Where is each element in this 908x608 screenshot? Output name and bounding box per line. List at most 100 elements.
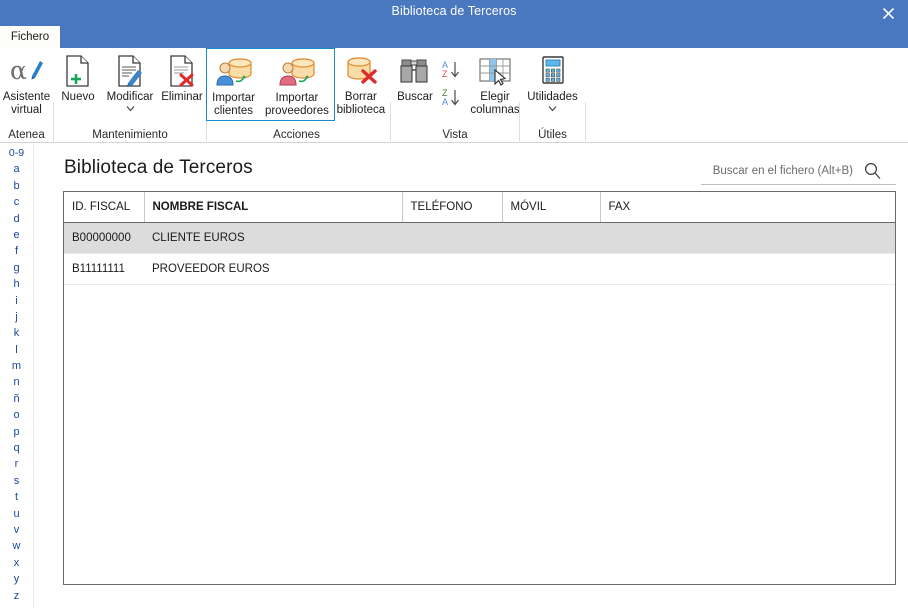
import-suppliers-icon xyxy=(277,55,317,89)
page-title: Biblioteca de Terceros xyxy=(64,157,253,178)
search-icon[interactable] xyxy=(861,160,883,182)
alpha-index-item-j[interactable]: j xyxy=(0,309,33,325)
table-cell-1: PROVEEDOR EUROS xyxy=(144,253,402,285)
ribbon-group-mantenimiento: Nuevo Modificar Eliminar Mantenimiento xyxy=(54,48,206,143)
close-icon xyxy=(882,7,894,19)
title-bar: Biblioteca de Terceros Fichero xyxy=(0,0,908,48)
alpha-index-item-g[interactable]: g xyxy=(0,260,33,276)
modificar-label: Modificar xyxy=(106,91,154,103)
alpha-index-item-v[interactable]: v xyxy=(0,522,33,538)
borrar-biblioteca-label: Borrar biblioteca xyxy=(336,91,386,116)
table-cell-3 xyxy=(502,253,600,285)
svg-text:Z: Z xyxy=(442,69,448,79)
alpha-index-item-s[interactable]: s xyxy=(0,473,33,489)
table-column-header-4[interactable]: FAX xyxy=(600,192,895,223)
table-column-header-2[interactable]: TELÉFONO xyxy=(402,192,503,223)
table-cell-4 xyxy=(600,222,895,254)
alpha-index-item-w[interactable]: w xyxy=(0,538,33,554)
alpha-index-item-h[interactable]: h xyxy=(0,276,33,292)
ribbon-group-acciones: Importar clientes Importar proveedores B… xyxy=(206,48,387,143)
alpha-index-item-y[interactable]: y xyxy=(0,571,33,587)
eliminar-label: Eliminar xyxy=(161,91,203,103)
alpha-index-item-d[interactable]: d xyxy=(0,211,33,227)
import-clients-icon xyxy=(214,55,254,89)
elegir-columnas-label: Elegir columnas xyxy=(470,91,520,116)
nuevo-label: Nuevo xyxy=(61,91,95,103)
sort-ascending-button[interactable]: A Z xyxy=(441,57,469,81)
close-button[interactable] xyxy=(868,0,908,26)
alpha-index-item-e[interactable]: e xyxy=(0,227,33,243)
table-row[interactable]: B00000000 CLIENTE EUROS xyxy=(64,222,895,254)
alpha-index-item-a[interactable]: a xyxy=(0,161,33,177)
app-window: Biblioteca de Terceros Fichero α Asisten… xyxy=(0,0,908,608)
alpha-index-item-q[interactable]: q xyxy=(0,440,33,456)
table-cell-3 xyxy=(502,222,600,254)
sort-za-icon: Z A xyxy=(442,88,459,107)
nuevo-button[interactable]: Nuevo xyxy=(52,48,104,104)
table-cell-2 xyxy=(402,253,502,285)
alpha-index-item-r[interactable]: r xyxy=(0,456,33,472)
alpha-index-item-p[interactable]: p xyxy=(0,424,33,440)
importar-proveedores-label: Importar proveedores xyxy=(264,92,329,117)
sort-descending-button[interactable]: Z A xyxy=(441,85,469,109)
ribbon-group-atenea-label: Atenea xyxy=(8,129,45,141)
sort-az-icon: A Z xyxy=(442,60,459,79)
content-pane: Biblioteca de Terceros ID. FISCALNOMBRE … xyxy=(33,143,908,608)
alpha-index-item-c[interactable]: c xyxy=(0,194,33,210)
importar-clientes-label: Importar clientes xyxy=(212,92,255,117)
document-delete-icon xyxy=(168,54,196,88)
search-box[interactable] xyxy=(701,157,896,185)
asistente-virtual-button[interactable]: α Asistente virtual xyxy=(0,48,53,117)
document-pencil-icon xyxy=(116,54,144,88)
alpha-index-item-u[interactable]: u xyxy=(0,506,33,522)
buscar-label: Buscar xyxy=(397,91,433,103)
ribbon-group-mantenimiento-label: Mantenimiento xyxy=(92,129,168,141)
alpha-index-item-ñ[interactable]: ñ xyxy=(0,391,33,407)
ribbon-group-utiles: Utilidades Útiles xyxy=(520,48,585,143)
alpha-index-item-z[interactable]: z xyxy=(0,588,33,604)
alpha-index-item-l[interactable]: l xyxy=(0,342,33,358)
modificar-button[interactable]: Modificar xyxy=(104,48,156,112)
window-title: Biblioteca de Terceros xyxy=(391,4,517,18)
database-delete-icon xyxy=(343,54,379,88)
table-column-header-0[interactable]: ID. FISCAL xyxy=(64,192,145,223)
importar-proveedores-button[interactable]: Importar proveedores xyxy=(260,49,334,118)
ribbon-toolbar: α Asistente virtual Atenea Nuevo Modific… xyxy=(0,48,908,174)
acciones-highlight-box: Importar clientes Importar proveedores xyxy=(206,48,335,121)
table-column-header-3[interactable]: MÓVIL xyxy=(502,192,601,223)
tab-fichero[interactable]: Fichero xyxy=(0,26,60,48)
elegir-columnas-button[interactable]: Elegir columnas xyxy=(469,48,521,117)
alpha-index-item-i[interactable]: i xyxy=(0,293,33,309)
alpha-index-item-t[interactable]: t xyxy=(0,489,33,505)
alpha-index-item-b[interactable]: b xyxy=(0,178,33,194)
chevron-down-icon[interactable] xyxy=(126,105,135,112)
table-column-header-1[interactable]: NOMBRE FISCAL xyxy=(144,192,403,223)
ribbon-group-vista-label: Vista xyxy=(442,129,468,141)
table-cell-2 xyxy=(402,222,502,254)
importar-clientes-button[interactable]: Importar clientes xyxy=(207,49,260,118)
alphabet-index: 0-9 a b c d e f g h i j k l m n ñ o p q r s t u v w x y z xyxy=(0,145,33,608)
alpha-index-item-x[interactable]: x xyxy=(0,555,33,571)
chevron-down-icon[interactable] xyxy=(548,105,557,112)
alpha-assistant-icon: α xyxy=(10,54,44,88)
document-plus-icon xyxy=(64,54,92,88)
buscar-button[interactable]: Buscar xyxy=(389,48,441,104)
table-cell-4 xyxy=(600,253,895,285)
alpha-index-item-f[interactable]: f xyxy=(0,243,33,259)
search-input[interactable] xyxy=(701,163,861,178)
alpha-index-item-0-9[interactable]: 0-9 xyxy=(0,145,33,161)
borrar-biblioteca-button[interactable]: Borrar biblioteca xyxy=(335,48,387,117)
table-row[interactable]: B11111111 PROVEEDOR EUROS xyxy=(64,253,895,285)
eliminar-button[interactable]: Eliminar xyxy=(156,48,208,104)
alpha-index-item-m[interactable]: m xyxy=(0,358,33,374)
choose-columns-icon xyxy=(478,54,512,88)
asistente-virtual-label: Asistente virtual xyxy=(2,91,51,116)
ribbon-group-atenea: α Asistente virtual Atenea xyxy=(0,48,53,143)
alpha-index-item-o[interactable]: o xyxy=(0,407,33,423)
table-cell-0: B00000000 xyxy=(64,222,144,254)
alpha-index-item-k[interactable]: k xyxy=(0,325,33,341)
utilidades-button[interactable]: Utilidades xyxy=(522,48,583,112)
alpha-index-item-n[interactable]: n xyxy=(0,374,33,390)
ribbon-group-acciones-label: Acciones xyxy=(273,129,320,141)
records-grid[interactable]: ID. FISCAL NOMBRE FISCAL TELÉFONO MÓVIL FAX … xyxy=(63,191,896,585)
